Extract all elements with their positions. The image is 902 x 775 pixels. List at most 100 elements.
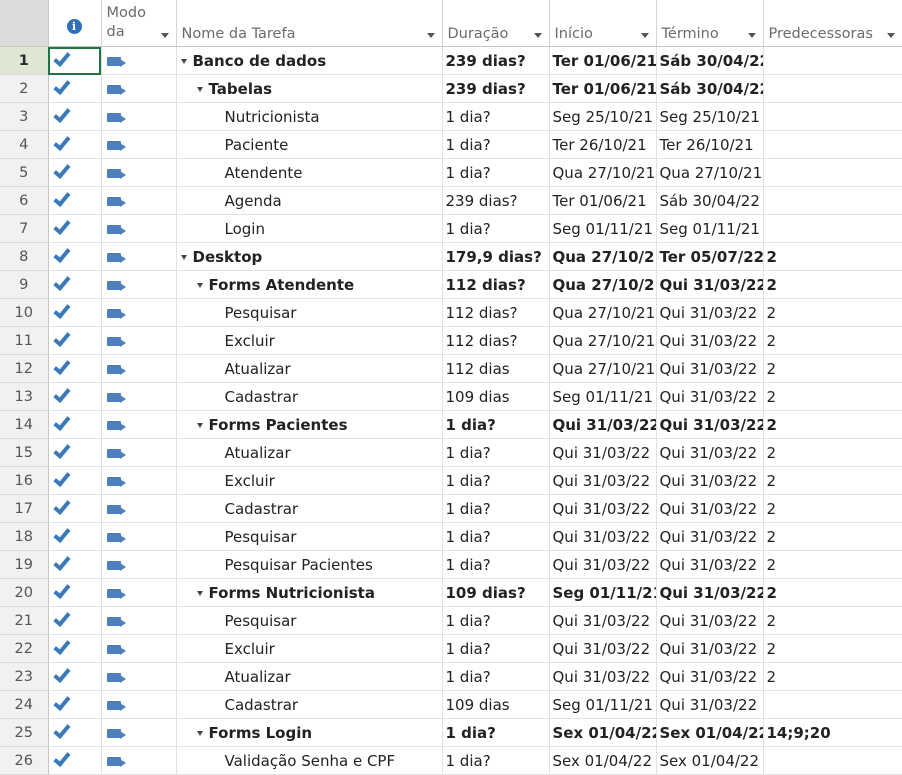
predecessors-cell[interactable]: 2 <box>763 242 902 271</box>
table-row[interactable]: 7 Login 1 dia? Seg 01/11/21 Seg 01/11/21 <box>0 214 902 243</box>
task-name-cell[interactable]: Atualizar <box>176 662 443 691</box>
collapse-triangle-icon[interactable] <box>196 282 203 288</box>
task-name-cell[interactable]: Forms Pacientes <box>176 410 443 439</box>
finish-cell[interactable]: Qui 31/03/22 <box>656 634 764 663</box>
collapse-triangle-icon[interactable] <box>180 254 187 260</box>
indicator-cell[interactable] <box>48 186 102 215</box>
table-row[interactable]: 17 Cadastrar 1 dia? Qui 31/03/22 Qui 31/03/2… <box>0 494 902 523</box>
table-row[interactable]: 22 Excluir 1 dia? Qui 31/03/22 Qui 31/03/22 2 <box>0 634 902 663</box>
row-number[interactable]: 13 <box>0 382 49 411</box>
predecessors-cell[interactable] <box>763 746 902 775</box>
predecessors-cell[interactable] <box>763 186 902 215</box>
predecessors-cell[interactable]: 2 <box>763 298 902 327</box>
duration-cell[interactable]: 179,9 dias? <box>442 242 550 271</box>
task-mode-cell[interactable] <box>101 298 177 327</box>
table-row[interactable]: 5 Atendente 1 dia? Qua 27/10/21 Qua 27/10/21 <box>0 158 902 187</box>
task-mode-cell[interactable] <box>101 410 177 439</box>
task-name-cell[interactable]: Cadastrar <box>176 382 443 411</box>
start-cell[interactable]: Qua 27/10/21 <box>549 158 657 187</box>
task-mode-cell[interactable] <box>101 158 177 187</box>
task-name-cell[interactable]: Banco de dados <box>176 46 443 75</box>
start-cell[interactable]: Qui 31/03/22 <box>549 410 657 439</box>
indicator-cell[interactable] <box>48 634 102 663</box>
start-cell[interactable]: Qui 31/03/22 <box>549 522 657 551</box>
collapse-triangle-icon[interactable] <box>180 58 187 64</box>
chevron-down-icon[interactable] <box>747 33 756 38</box>
collapse-triangle-icon[interactable] <box>196 86 203 92</box>
duration-cell[interactable]: 1 dia? <box>442 214 550 243</box>
row-number[interactable]: 17 <box>0 494 49 523</box>
duration-cell[interactable]: 1 dia? <box>442 466 550 495</box>
row-number[interactable]: 23 <box>0 662 49 691</box>
duration-cell[interactable]: 1 dia? <box>442 494 550 523</box>
task-mode-cell[interactable] <box>101 186 177 215</box>
predecessors-cell[interactable]: 2 <box>763 326 902 355</box>
table-row[interactable]: 4 Paciente 1 dia? Ter 26/10/21 Ter 26/10/21 <box>0 130 902 159</box>
finish-cell[interactable]: Ter 05/07/22 <box>656 242 764 271</box>
finish-cell[interactable]: Ter 26/10/21 <box>656 130 764 159</box>
task-name-cell[interactable]: Agenda <box>176 186 443 215</box>
table-row[interactable]: 13 Cadastrar 109 dias Seg 01/11/21 Qui 31/03… <box>0 382 902 411</box>
duration-cell[interactable]: 1 dia? <box>442 746 550 775</box>
indicator-cell[interactable] <box>48 158 102 187</box>
finish-cell[interactable]: Sáb 30/04/22 <box>656 186 764 215</box>
finish-cell[interactable]: Sáb 30/04/22 <box>656 46 764 75</box>
indicator-cell[interactable] <box>48 690 102 719</box>
table-row[interactable]: 23 Atualizar 1 dia? Qui 31/03/22 Qui 31/03/2… <box>0 662 902 691</box>
task-name-cell[interactable]: Atualizar <box>176 438 443 467</box>
start-cell[interactable]: Qui 31/03/22 <box>549 438 657 467</box>
table-row[interactable]: 26 Validação Senha e CPF 1 dia? Sex 01/04/2… <box>0 746 902 775</box>
finish-cell[interactable]: Sex 01/04/22 <box>656 746 764 775</box>
start-cell[interactable]: Seg 01/11/21 <box>549 214 657 243</box>
table-row[interactable]: 6 Agenda 239 dias? Ter 01/06/21 Sáb 30/04/22 <box>0 186 902 215</box>
duration-cell[interactable]: 112 dias? <box>442 326 550 355</box>
collapse-triangle-icon[interactable] <box>196 590 203 596</box>
predecessors-cell[interactable] <box>763 690 902 719</box>
task-mode-cell[interactable] <box>101 690 177 719</box>
finish-cell[interactable]: Qui 31/03/22 <box>656 578 764 607</box>
start-cell[interactable]: Seg 01/11/21 <box>549 578 657 607</box>
column-header-duration[interactable]: Duração <box>442 0 550 47</box>
predecessors-cell[interactable]: 2 <box>763 438 902 467</box>
task-mode-cell[interactable] <box>101 326 177 355</box>
indicator-cell[interactable] <box>48 46 102 75</box>
duration-cell[interactable]: 239 dias? <box>442 46 550 75</box>
task-mode-cell[interactable] <box>101 438 177 467</box>
indicator-cell[interactable] <box>48 74 102 103</box>
predecessors-cell[interactable]: 2 <box>763 466 902 495</box>
duration-cell[interactable]: 109 dias <box>442 382 550 411</box>
indicator-cell[interactable] <box>48 578 102 607</box>
indicator-cell[interactable] <box>48 494 102 523</box>
finish-cell[interactable]: Qui 31/03/22 <box>656 326 764 355</box>
column-header-predecessors[interactable]: Predecessoras <box>763 0 902 47</box>
duration-cell[interactable]: 112 dias? <box>442 298 550 327</box>
table-row[interactable]: 14 Forms Pacientes 1 dia? Qui 31/03/22 Qui 3… <box>0 410 902 439</box>
duration-cell[interactable]: 1 dia? <box>442 438 550 467</box>
chevron-down-icon[interactable] <box>640 33 649 38</box>
indicator-cell[interactable] <box>48 438 102 467</box>
task-mode-cell[interactable] <box>101 634 177 663</box>
finish-cell[interactable]: Sex 01/04/22 <box>656 718 764 747</box>
predecessors-cell[interactable]: 2 <box>763 354 902 383</box>
row-number[interactable]: 2 <box>0 74 49 103</box>
table-row[interactable]: 8 Desktop 179,9 dias? Qua 27/10/21 Ter 05/07… <box>0 242 902 271</box>
finish-cell[interactable]: Qui 31/03/22 <box>656 662 764 691</box>
indicator-cell[interactable] <box>48 718 102 747</box>
indicator-cell[interactable] <box>48 214 102 243</box>
task-mode-cell[interactable] <box>101 606 177 635</box>
row-number[interactable]: 7 <box>0 214 49 243</box>
duration-cell[interactable]: 1 dia? <box>442 410 550 439</box>
finish-cell[interactable]: Qui 31/03/22 <box>656 410 764 439</box>
task-mode-cell[interactable] <box>101 242 177 271</box>
start-cell[interactable]: Qui 31/03/22 <box>549 606 657 635</box>
table-row[interactable]: 20 Forms Nutricionista 109 dias? Seg 01/11/… <box>0 578 902 607</box>
finish-cell[interactable]: Qui 31/03/22 <box>656 438 764 467</box>
task-name-cell[interactable]: Desktop <box>176 242 443 271</box>
task-mode-cell[interactable] <box>101 270 177 299</box>
task-name-cell[interactable]: Forms Atendente <box>176 270 443 299</box>
table-row[interactable]: 25 Forms Login 1 dia? Sex 01/04/22 Sex 01/04… <box>0 718 902 747</box>
duration-cell[interactable]: 1 dia? <box>442 130 550 159</box>
table-row[interactable]: 10 Pesquisar 112 dias? Qua 27/10/21 Qui 31/0… <box>0 298 902 327</box>
indicator-cell[interactable] <box>48 102 102 131</box>
task-mode-cell[interactable] <box>101 74 177 103</box>
